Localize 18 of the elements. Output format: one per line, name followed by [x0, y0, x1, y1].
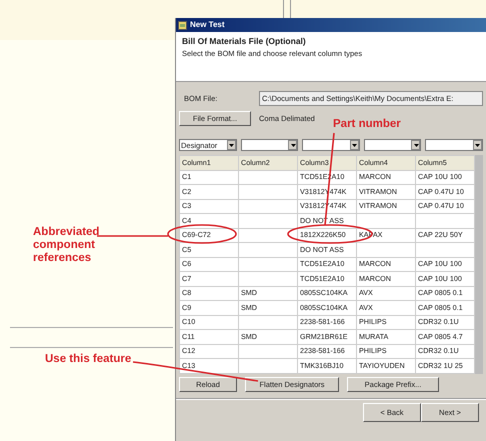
column-type-dropdown[interactable] — [302, 139, 360, 152]
leader-line — [97, 235, 168, 237]
window-title: New Test — [190, 19, 225, 31]
page-heading: Bill Of Materials File (Optional) — [182, 35, 307, 48]
dropdown-arrow-icon — [290, 144, 296, 147]
dropdown-arrow-icon — [229, 144, 234, 147]
app-icon — [178, 20, 187, 30]
scrollbar[interactable] — [475, 155, 483, 374]
column-type-dropdown[interactable] — [425, 139, 483, 152]
dropdown-arrow-icon — [475, 144, 480, 147]
annotation-label: Use this feature — [45, 353, 132, 366]
column-type-dropdown[interactable] — [364, 139, 422, 152]
annotation-label: Part number — [333, 118, 402, 132]
highlight-ellipse — [167, 224, 237, 244]
annotation-label: Abbreviated component references — [33, 226, 100, 266]
dropdown-arrow-icon — [414, 144, 419, 147]
column-type-dropdown[interactable] — [240, 139, 298, 152]
dropdown-arrow-icon — [352, 144, 358, 147]
